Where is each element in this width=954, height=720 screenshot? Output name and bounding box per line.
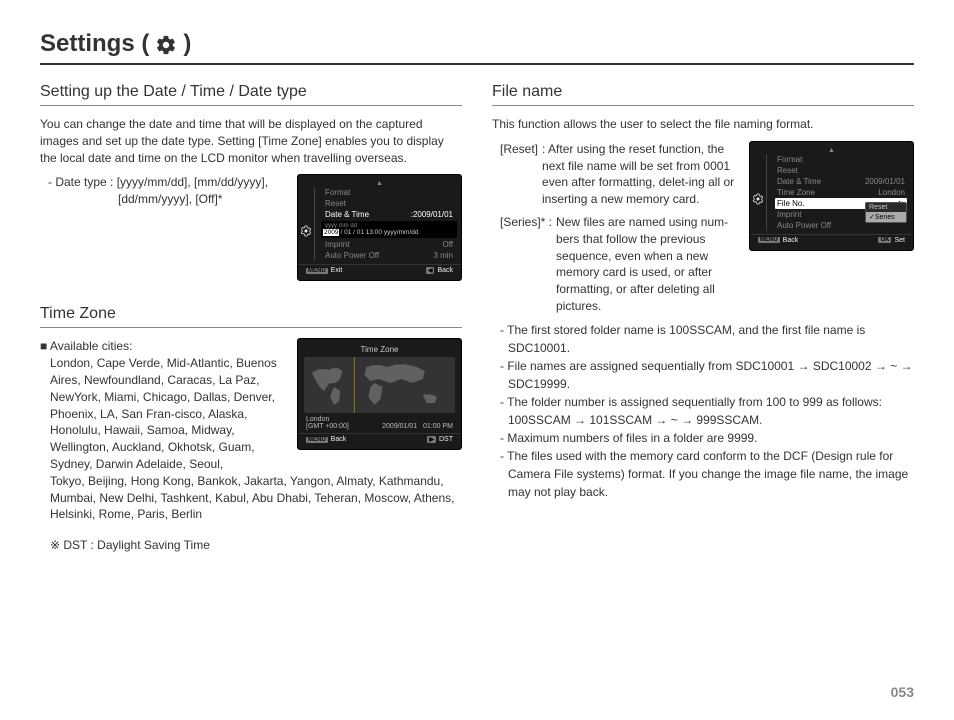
popup-reset: Reset (866, 203, 906, 212)
section-heading-timezone: Time Zone (40, 305, 462, 328)
filename-intro: This function allows the user to select … (492, 116, 914, 133)
title-prefix: Settings ( (40, 30, 149, 58)
ss-imprint-label: Imprint (325, 240, 349, 249)
back-label: Back (783, 237, 799, 244)
ss-fileno-label: File No. (777, 199, 805, 208)
ss-timezone-value: London (878, 188, 905, 197)
ok-badge: OK (878, 237, 891, 243)
note-4: - Maximum numbers of files in a folder a… (494, 429, 914, 447)
back-label: Back (331, 436, 347, 443)
dst-note: ※ DST : Daylight Saving Time (40, 537, 462, 554)
reset-def-label: [Reset] (500, 141, 538, 208)
ss-datetime-label: Date & Time (777, 177, 821, 186)
ss-datetime-value: 2009/01/01 (865, 177, 905, 186)
dst-badge: ▶ (427, 436, 436, 443)
menu-badge: MENU (758, 237, 780, 243)
gear-icon (155, 30, 177, 58)
ss-format-label: Format (325, 188, 350, 197)
ss-datetime-value: :2009/01/01 (411, 210, 453, 219)
popup-series: Series (875, 214, 895, 221)
ss-datetime-label: Date & Time (325, 210, 369, 219)
gear-icon (752, 193, 764, 205)
camera-screenshot-timezone: Time Zone (297, 338, 462, 450)
menu-badge: MENU (306, 437, 328, 443)
ss-apo-label: Auto Power Off (325, 251, 379, 260)
ss-imprint-value: Off (442, 240, 453, 249)
ss-timezone-label: Time Zone (777, 188, 815, 197)
reset-def-text: : After using the reset function, the ne… (538, 141, 739, 208)
tz-date: 2009/01/01 (382, 423, 417, 430)
ss-apo-value: 3 min (433, 251, 453, 260)
section-heading-filename: File name (492, 83, 914, 106)
ss-editor-year: 2009 (323, 229, 339, 236)
page-title: Settings ( ) (40, 30, 914, 65)
date-intro-text: You can change the date and time that wi… (40, 116, 462, 166)
camera-screenshot-datetime: ▲ Format Reset Date & Time:2009/01/01 yy… (297, 174, 462, 281)
note-5: - The files used with the memory card co… (494, 447, 914, 501)
available-cities-label: Available cities: (50, 339, 133, 353)
ss-editor-rest: / 01 / 01 13:00 yyyy/mm/dd (339, 229, 418, 236)
tz-city: London (306, 416, 329, 423)
note-2: - File names are assigned sequentially f… (494, 357, 914, 393)
cities-list-part1: London, Cape Verde, Mid-Atlantic, Buenos… (50, 356, 277, 471)
section-heading-date: Setting up the Date / Time / Date type (40, 83, 462, 106)
menu-badge: MENU (306, 268, 328, 274)
dst-label: DST (439, 436, 453, 443)
ss-reset-label: Reset (325, 199, 346, 208)
back-badge: ◀ (426, 267, 435, 274)
ss-reset-label: Reset (777, 166, 798, 175)
fileno-popup: Reset ✓Series (865, 202, 907, 223)
page-number: 053 (891, 684, 914, 700)
tz-gmt: [GMT +00:00] (306, 423, 349, 430)
note-3: - The folder number is assigned sequenti… (494, 393, 914, 429)
back-label: Back (437, 267, 453, 274)
set-label: Set (894, 237, 905, 244)
title-suffix: ) (183, 30, 191, 58)
tz-title: Time Zone (298, 345, 461, 357)
ss-imprint-label: Imprint (777, 210, 801, 219)
note-1: - The first stored folder name is 100SSC… (494, 321, 914, 357)
cities-list-part2: Tokyo, Beijing, Hong Kong, Bankok, Jakar… (40, 473, 462, 523)
camera-screenshot-fileno: ▲ Format Reset Date & Time2009/01/01 Tim… (749, 141, 914, 251)
gear-icon (300, 225, 312, 237)
filename-notes: - The first stored folder name is 100SSC… (492, 321, 914, 501)
ss-format-label: Format (777, 155, 802, 164)
world-map-icon (304, 357, 455, 413)
tz-time: 01:00 PM (423, 423, 453, 430)
exit-label: Exit (331, 267, 343, 274)
ss-apo-label: Auto Power Off (777, 221, 831, 230)
series-def-label: [Series]* : (500, 214, 552, 315)
series-def-text: New files are named using num-bers that … (552, 214, 739, 315)
